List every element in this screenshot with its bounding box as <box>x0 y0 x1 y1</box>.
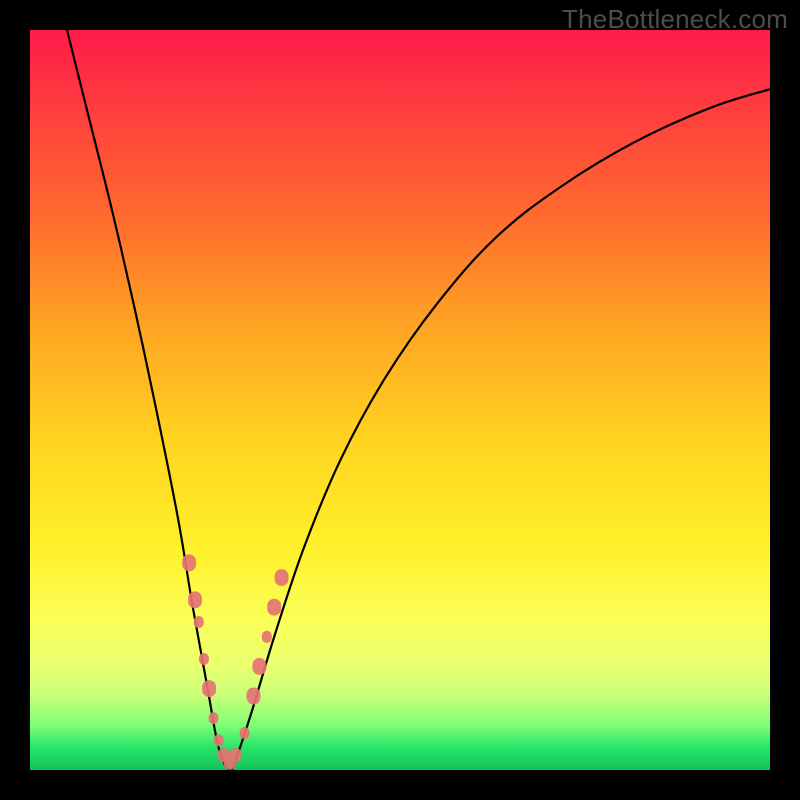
marker-dot <box>194 616 204 628</box>
marker-dot <box>252 658 266 675</box>
marker-dot <box>240 727 250 739</box>
marker-dot <box>230 748 242 763</box>
marker-dot <box>188 591 202 608</box>
bottleneck-curve <box>67 30 770 770</box>
marker-dot <box>202 680 216 697</box>
marker-dot <box>275 569 289 586</box>
marker-dot <box>182 554 196 571</box>
marker-dot <box>199 653 209 665</box>
chart-frame: TheBottleneck.com <box>0 0 800 800</box>
curve-layer <box>30 30 770 770</box>
marker-dot <box>209 712 219 724</box>
marker-dot <box>214 734 224 746</box>
marker-dot <box>247 688 261 705</box>
curve-markers <box>182 554 288 770</box>
marker-dot <box>267 599 281 616</box>
marker-dot <box>262 631 272 643</box>
plot-area <box>30 30 770 770</box>
